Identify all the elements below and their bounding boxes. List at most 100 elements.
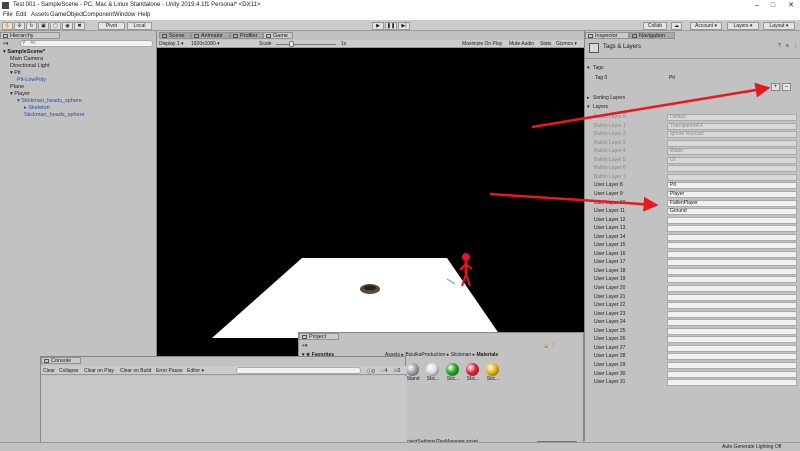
menu-gameobject[interactable]: GameObject [50, 12, 84, 18]
more-options-icon[interactable]: ⋮ [793, 43, 798, 49]
account-dropdown[interactable]: Account ▾ [690, 22, 722, 30]
pivot-toggle[interactable]: Pivot [98, 22, 125, 30]
pause-icon[interactable]: ❚❚ [385, 22, 397, 30]
tab-hierarchy[interactable]: Hierarchy [0, 32, 60, 39]
transform-tool-icon[interactable]: ◉ [62, 22, 73, 30]
layer-name-field[interactable]: Player [667, 190, 797, 198]
gizmos-dropdown[interactable]: Gizmos ▾ [556, 41, 577, 47]
move-tool-icon[interactable]: ✣ [14, 22, 25, 30]
tab-scene[interactable]: Scene [159, 32, 191, 39]
layer-name-field[interactable] [667, 225, 797, 233]
layer-name-field[interactable] [667, 353, 797, 361]
mute-audio-toggle[interactable]: Mute Audio [509, 41, 534, 47]
layout-dropdown[interactable]: Layout ▾ [763, 22, 795, 30]
layer-name-field[interactable] [667, 250, 797, 258]
preset-icon[interactable]: ≡ [786, 43, 789, 49]
remove-tag-button[interactable]: – [782, 83, 791, 91]
cloud-icon[interactable]: ☁ [671, 22, 682, 30]
local-toggle[interactable]: Local [127, 22, 152, 30]
tab-game[interactable]: Game [263, 32, 293, 39]
hierarchy-item[interactable]: Pit-LowPoly [17, 77, 46, 84]
menu-edit[interactable]: Edit [16, 12, 26, 18]
warning-count[interactable]: ⚠4 [380, 368, 387, 374]
hierarchy-item[interactable]: ▾ Pit [10, 70, 21, 77]
menu-file[interactable]: File [3, 12, 13, 18]
scale-tool-icon[interactable]: ▣ [38, 22, 49, 30]
clear-on-play-button[interactable]: Clear on Play [84, 368, 114, 374]
custom-tool-icon[interactable]: ✖ [74, 22, 85, 30]
tab-navigation[interactable]: Navigation [629, 32, 675, 39]
project-lock-icon[interactable]: 🔒 ⋮ [543, 343, 556, 349]
material-asset[interactable]: Stic... [444, 363, 462, 382]
create-add-icon[interactable]: +▾ [3, 41, 8, 47]
layer-name-field[interactable] [667, 293, 797, 301]
layer-name-field[interactable] [667, 216, 797, 224]
layers-foldout-icon[interactable]: ▾ [587, 104, 590, 110]
layer-name-field[interactable] [667, 370, 797, 378]
tag0-value[interactable]: Pit [669, 75, 675, 81]
tab-inspector[interactable]: Inspector [585, 32, 629, 39]
layer-name-field[interactable] [667, 379, 797, 387]
hierarchy-item[interactable]: ▾ Player [10, 91, 30, 98]
console-log-area[interactable] [41, 376, 407, 451]
rotate-tool-icon[interactable]: ↻ [26, 22, 37, 30]
breadcrumb-stickman[interactable]: Stickman [451, 352, 472, 358]
menu-assets[interactable]: Assets [31, 12, 49, 18]
material-asset[interactable]: Stic... [424, 363, 442, 382]
layer-name-field[interactable] [667, 319, 797, 327]
hierarchy-item[interactable]: Plane [10, 84, 24, 91]
hierarchy-item[interactable]: Main Camera [10, 56, 43, 63]
tab-project[interactable]: Project [299, 333, 339, 340]
breadcrumb-materials[interactable]: Materials [477, 352, 499, 358]
play-icon[interactable]: ▶ [372, 22, 384, 30]
clear-button[interactable]: Clear [43, 368, 55, 374]
scale-slider[interactable] [276, 44, 336, 45]
layer-name-field[interactable] [667, 336, 797, 344]
tab-console[interactable]: Console [41, 357, 81, 364]
stats-toggle[interactable]: Stats [540, 41, 551, 47]
hand-tool-icon[interactable]: ✋ [2, 22, 13, 30]
layer-name-field[interactable] [667, 310, 797, 318]
resolution-dropdown[interactable]: 1920x1080 ▾ [191, 41, 220, 47]
layer-name-field[interactable]: Pit [667, 182, 797, 190]
breadcrumb-bizulka[interactable]: BizulkaProduction [405, 352, 445, 358]
menu-component[interactable]: Component [83, 12, 114, 18]
error-pause-button[interactable]: Error Pause [156, 368, 183, 374]
info-count[interactable]: ⓘ0 [367, 368, 375, 375]
hierarchy-item[interactable]: ▸ Skeleton [24, 105, 50, 112]
close-icon[interactable]: ✕ [784, 1, 798, 10]
clear-on-build-button[interactable]: Clear on Build [120, 368, 151, 374]
add-tag-button[interactable]: + [771, 83, 780, 91]
layer-name-field[interactable] [667, 327, 797, 335]
editor-dropdown[interactable]: Editor ▾ [187, 368, 204, 374]
maximize-on-play-toggle[interactable]: Maximize On Play [462, 41, 502, 47]
layer-name-field[interactable]: FallenPlayer [667, 199, 797, 207]
step-icon[interactable]: ▶| [398, 22, 410, 30]
layer-name-field[interactable] [667, 285, 797, 292]
layer-name-field[interactable] [667, 361, 797, 369]
collab-button[interactable]: Collab [643, 22, 667, 30]
minimize-icon[interactable]: – [750, 1, 764, 10]
display-dropdown[interactable]: Display 1 ▾ [159, 41, 183, 47]
material-asset[interactable]: Stic... [464, 363, 482, 382]
layer-name-field[interactable] [667, 302, 797, 310]
layers-dropdown[interactable]: Layers ▾ [727, 22, 759, 30]
material-asset[interactable]: Stic... [484, 363, 502, 382]
menu-help[interactable]: Help [138, 12, 150, 18]
scale-slider-thumb[interactable] [289, 41, 294, 47]
maximize-icon[interactable]: □ [766, 1, 780, 10]
tab-animator[interactable]: Animator [191, 32, 230, 39]
layer-name-field[interactable] [667, 242, 797, 250]
rect-tool-icon[interactable]: ▢ [50, 22, 61, 30]
layer-name-field[interactable] [667, 344, 797, 352]
tags-foldout-icon[interactable]: ▾ [587, 65, 590, 71]
hierarchy-item[interactable]: ▾ SampleScene* [3, 49, 45, 56]
layer-name-field[interactable]: Ground [667, 208, 797, 216]
hierarchy-item[interactable]: ▾ Stickman_heads_sphere [17, 98, 82, 105]
sorting-layers-foldout-icon[interactable]: ▸ [587, 95, 590, 101]
help-icon[interactable]: ? [778, 43, 781, 49]
hierarchy-item[interactable]: Directional Light [10, 63, 49, 70]
layer-name-field[interactable] [667, 276, 797, 284]
layer-name-field[interactable] [667, 259, 797, 267]
menu-window[interactable]: Window [114, 12, 135, 18]
